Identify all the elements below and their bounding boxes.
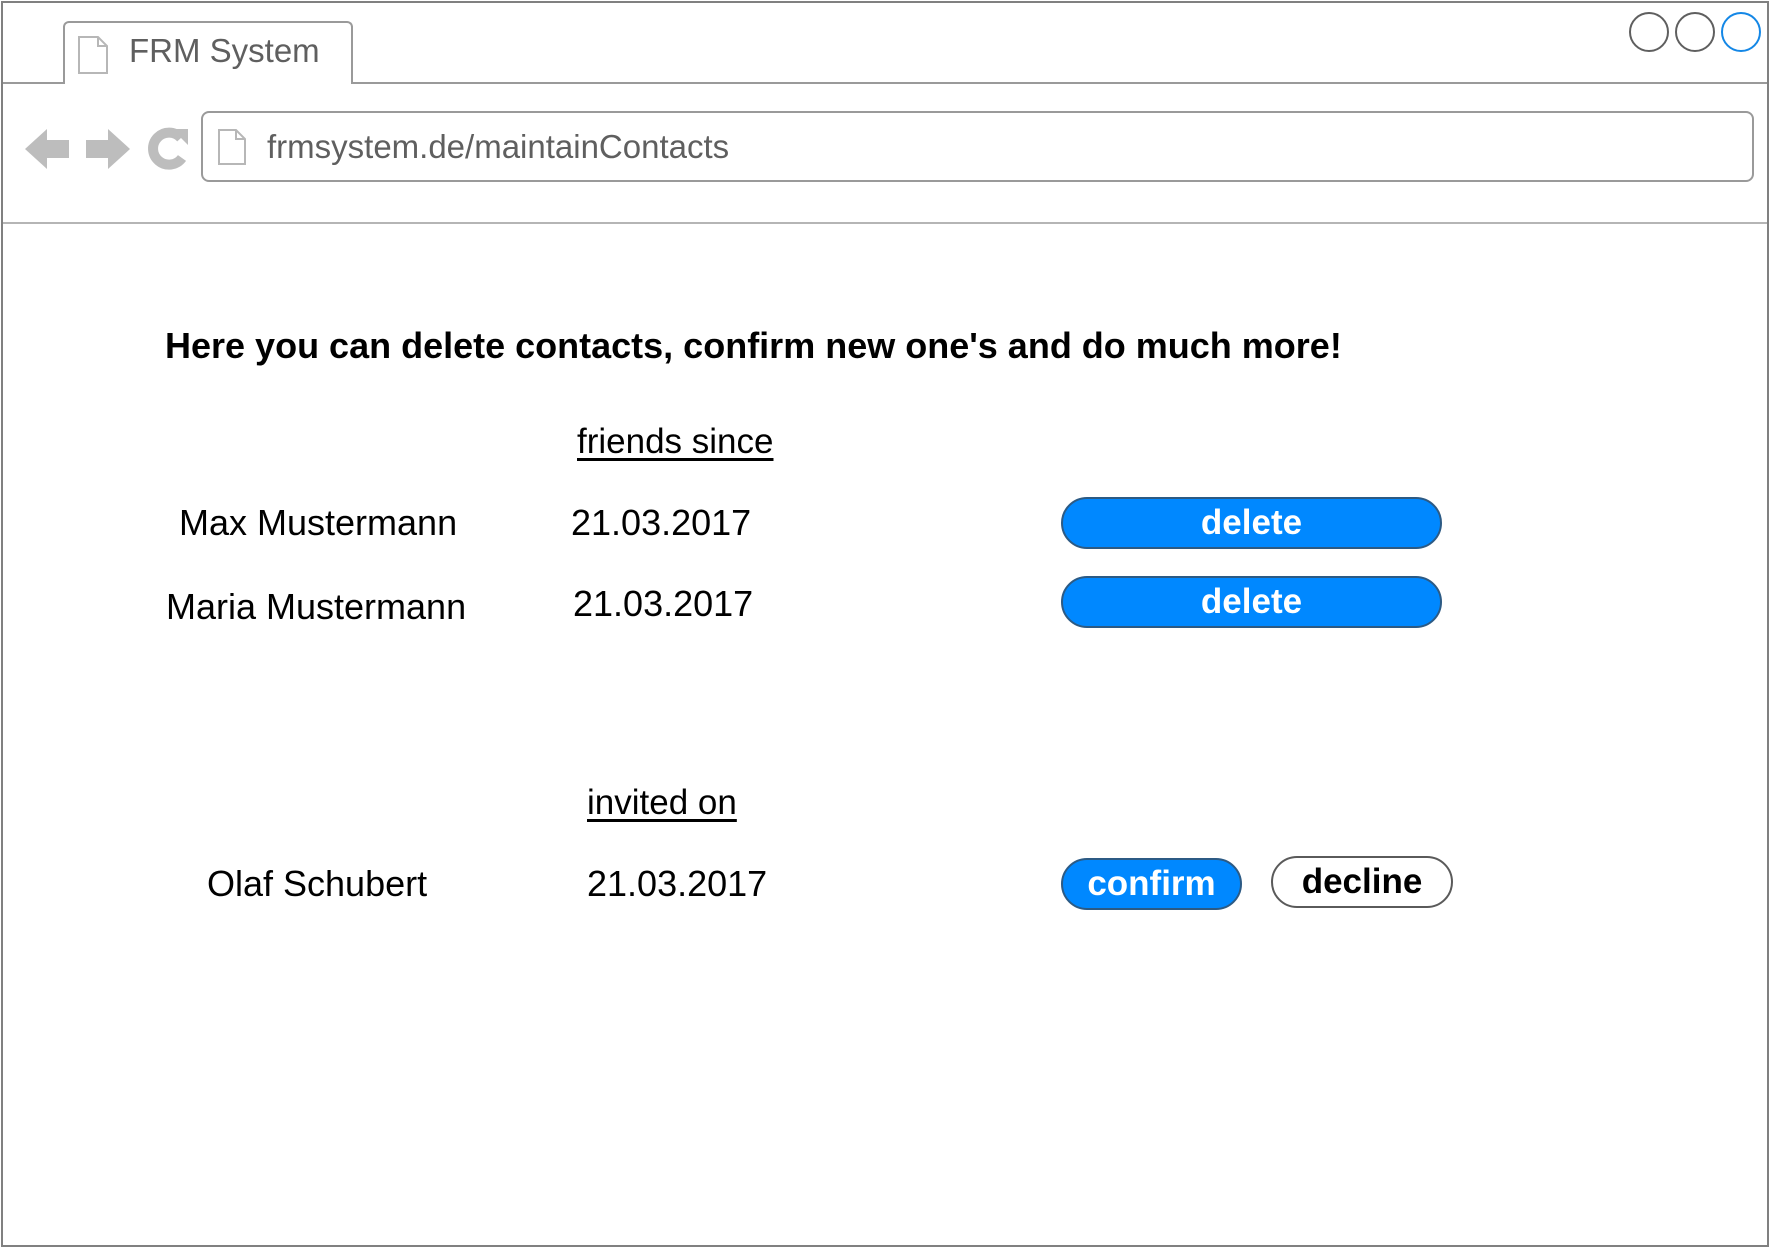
browser-window: FRM System frmsystem.de/maintainContacts… bbox=[1, 1, 1769, 1247]
window-controls bbox=[1629, 12, 1761, 52]
page-icon bbox=[78, 36, 108, 74]
friends-since-header: friends since bbox=[577, 422, 774, 461]
window-minimize-button[interactable] bbox=[1629, 12, 1669, 52]
invited-on-header: invited on bbox=[587, 783, 737, 822]
address-bar[interactable]: frmsystem.de/maintainContacts bbox=[201, 111, 1754, 182]
delete-contact-button[interactable]: delete bbox=[1061, 497, 1442, 549]
decline-invite-button[interactable]: decline bbox=[1271, 856, 1453, 908]
friend-name: Max Mustermann bbox=[179, 502, 458, 543]
window-maximize-button[interactable] bbox=[1675, 12, 1715, 52]
tab-title: FRM System bbox=[129, 32, 320, 69]
toolbar-divider bbox=[3, 222, 1767, 224]
invite-name: Olaf Schubert bbox=[207, 863, 428, 904]
forward-arrow-icon[interactable] bbox=[82, 123, 132, 175]
confirm-invite-button[interactable]: confirm bbox=[1061, 858, 1242, 910]
friend-date: 21.03.2017 bbox=[571, 502, 752, 543]
invite-date: 21.03.2017 bbox=[587, 863, 768, 904]
page-intro: Here you can delete contacts, confirm ne… bbox=[165, 325, 1342, 366]
browser-tab[interactable]: FRM System bbox=[63, 21, 353, 84]
friend-date: 21.03.2017 bbox=[573, 583, 754, 624]
delete-contact-button[interactable]: delete bbox=[1061, 576, 1442, 628]
page-icon bbox=[218, 129, 246, 165]
window-close-button[interactable] bbox=[1721, 12, 1761, 52]
reload-icon[interactable] bbox=[141, 123, 191, 175]
back-arrow-icon[interactable] bbox=[23, 123, 73, 175]
friend-name: Maria Mustermann bbox=[166, 586, 467, 627]
address-url: frmsystem.de/maintainContacts bbox=[267, 128, 730, 165]
